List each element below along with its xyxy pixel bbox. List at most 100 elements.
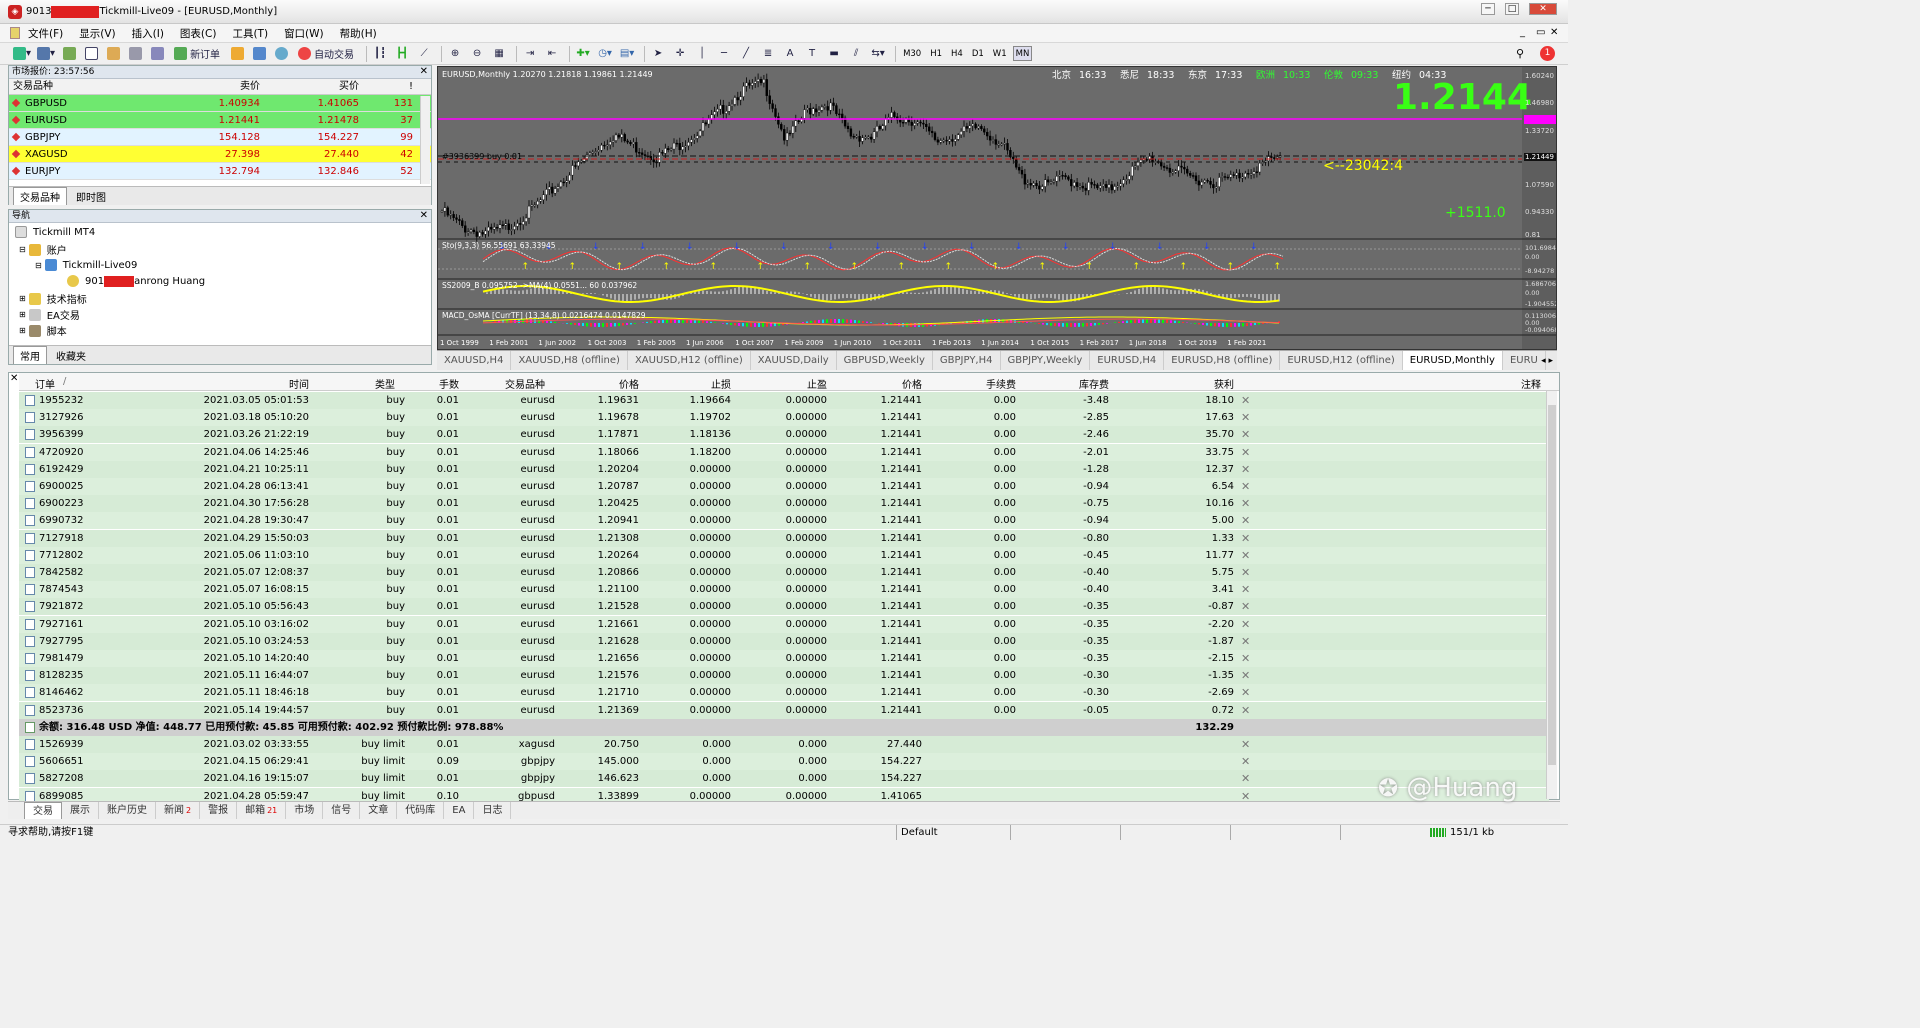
order-row[interactable]: 3127926 2021.03.18 05:10:20 buy 0.01 eurusd 1… — [19, 409, 1549, 427]
col-current-price[interactable]: 价格 — [834, 376, 922, 391]
channel-button[interactable]: ≣ — [759, 45, 777, 63]
col-bid[interactable]: 卖价 — [162, 79, 262, 94]
metaeditor-button[interactable] — [228, 45, 246, 63]
indicators-button[interactable]: ✚▾ — [574, 45, 592, 63]
fibonacci-button[interactable]: ⫽ — [847, 45, 865, 63]
nav-accounts[interactable]: ⊟ 账户 — [19, 242, 67, 257]
col-type[interactable]: 类型 — [319, 376, 395, 391]
nav-indicators[interactable]: ⊞ 技术指标 — [19, 291, 87, 306]
market-watch-row[interactable]: GBPUSD 1.40934 1.41065 131 — [9, 95, 431, 112]
close-order-icon[interactable]: ✕ — [1241, 581, 1250, 598]
chart-window[interactable]: ↓ ↑ ↓ ↑ ↓ ↑ ↓ ↑ ↓ ↑ ↓ ↑ ↓ ↑ ↓ ↑ ↓ ↑ ↓ ↑ ↓ ↑ ↓ ↑ ↓ ↑ ↓ ↑ ↓ ↑ ↓ ↑ ↓ ↑ EURUS… — [437, 66, 1557, 350]
terminal-button[interactable] — [126, 45, 144, 63]
bar-chart-button[interactable]: ┃┇ — [371, 45, 389, 63]
order-row[interactable]: 7981479 2021.05.10 14:20:40 buy 0.01 eurusd 1… — [19, 650, 1549, 667]
close-order-icon[interactable]: ✕ — [1241, 770, 1250, 787]
chart-tab[interactable]: EURU — [1503, 351, 1546, 370]
doc-close-button[interactable]: ✕ — [1550, 27, 1558, 38]
col-comment[interactable]: 注释 — [1459, 376, 1541, 391]
col-sl[interactable]: 止损 — [649, 376, 731, 391]
chart-tab[interactable]: EURUSD,H12 (offline) — [1280, 351, 1403, 370]
market-watch-row[interactable]: GBPJPY 154.128 154.227 99 — [9, 129, 431, 146]
close-order-icon[interactable]: ✕ — [1241, 650, 1250, 667]
terminal-tab[interactable]: 账户历史 — [99, 802, 156, 819]
market-watch-button[interactable] — [60, 45, 78, 63]
chart-tab[interactable]: EURUSD,H4 — [1090, 351, 1165, 370]
menu-insert[interactable]: 插入(I) — [124, 26, 172, 41]
tf-w1-button[interactable]: W1 — [990, 46, 1010, 61]
navigator-close-button[interactable]: ✕ — [420, 210, 428, 221]
auto-trading-button[interactable]: 自动交易 — [294, 45, 358, 63]
community-button[interactable] — [250, 45, 268, 63]
chart-tab[interactable]: GBPUSD,Weekly — [837, 351, 933, 370]
chart-tab[interactable]: XAUUSD,H4 — [437, 351, 512, 370]
profiles-button[interactable]: ▾ — [36, 45, 56, 63]
tf-d1-button[interactable]: D1 — [969, 46, 987, 61]
data-window-button[interactable] — [82, 45, 100, 63]
new-chart-button[interactable]: ▾ — [12, 45, 32, 63]
terminal-tab[interactable]: 信号 — [323, 802, 361, 819]
menu-view[interactable]: 显示(V) — [71, 26, 123, 41]
order-row[interactable]: 6900223 2021.04.30 17:56:28 buy 0.01 eurusd 1… — [19, 495, 1549, 513]
arrows-button[interactable]: ⇆▾ — [869, 45, 887, 63]
autoscroll-button[interactable]: ⇥ — [521, 45, 539, 63]
nav-experts[interactable]: ⊞ EA交易 — [19, 307, 80, 322]
nav-server[interactable]: ⊟ Tickmill-Live09 — [35, 259, 137, 271]
menu-help[interactable]: 帮助(H) — [332, 26, 385, 41]
status-profile[interactable]: Default — [896, 825, 938, 840]
col-order[interactable]: 订单 — [35, 376, 55, 391]
tf-m30-button[interactable]: M30 — [900, 46, 924, 61]
tab-favorites[interactable]: 收藏夹 — [49, 346, 93, 365]
close-order-icon[interactable]: ✕ — [1241, 530, 1250, 547]
col-price[interactable]: 价格 — [559, 376, 639, 391]
close-order-icon[interactable]: ✕ — [1241, 702, 1250, 719]
col-ask[interactable]: 买价 — [262, 79, 361, 94]
nav-broker[interactable]: Tickmill MT4 — [15, 226, 95, 238]
col-symbol[interactable]: 交易品种 — [469, 376, 545, 391]
terminal-tab[interactable]: 市场 — [286, 802, 324, 819]
minimize-button[interactable]: ─ — [1481, 3, 1495, 15]
col-swap[interactable]: 库存费 — [1019, 376, 1109, 391]
chart-tab[interactable]: EURUSD,Monthly — [1402, 351, 1503, 370]
terminal-tab[interactable]: 交易 — [24, 802, 62, 819]
order-row[interactable]: 1526939 2021.03.02 03:33:55 buy limit 0.01 x… — [19, 736, 1549, 753]
close-order-icon[interactable]: ✕ — [1241, 598, 1250, 615]
close-order-icon[interactable]: ✕ — [1241, 478, 1250, 495]
rectangle-button[interactable]: ▬ — [825, 45, 843, 63]
close-order-icon[interactable]: ✕ — [1241, 667, 1250, 684]
close-order-icon[interactable]: ✕ — [1241, 564, 1250, 581]
nav-scripts[interactable]: ⊞ 脚本 — [19, 323, 67, 338]
notification-badge[interactable]: 1 — [1540, 46, 1555, 61]
terminal-scrollbar[interactable] — [1546, 391, 1557, 799]
scrollbar-thumb[interactable] — [1548, 405, 1556, 765]
order-row[interactable]: 5827208 2021.04.16 19:15:07 buy limit 0.01 g… — [19, 770, 1549, 788]
close-order-icon[interactable]: ✕ — [1241, 461, 1250, 478]
new-order-button[interactable]: 新订单 — [170, 45, 224, 63]
signals-button[interactable] — [272, 45, 290, 63]
doc-restore-button[interactable]: ▭ — [1536, 27, 1545, 38]
menu-file[interactable]: 文件(F) — [20, 26, 71, 41]
order-row[interactable]: 6990732 2021.04.28 19:30:47 buy 0.01 eurusd 1… — [19, 512, 1549, 530]
terminal-tab[interactable]: 展示 — [62, 802, 99, 819]
vertical-line-button[interactable]: │ — [693, 45, 711, 63]
market-watch-row[interactable]: EURUSD 1.21441 1.21478 37 — [9, 112, 431, 129]
order-row[interactable]: 6192429 2021.04.21 10:25:11 buy 0.01 eurusd 1… — [19, 460, 1549, 478]
chart-tab[interactable]: EURUSD,H8 (offline) — [1164, 351, 1281, 370]
col-time[interactable]: 时间 — [199, 376, 309, 391]
col-tp[interactable]: 止盈 — [739, 376, 827, 391]
candlestick-button[interactable]: ┣┫ — [393, 45, 411, 63]
tf-mn-button[interactable]: MN — [1012, 46, 1033, 61]
close-order-icon[interactable]: ✕ — [1241, 426, 1250, 443]
market-watch-close-button[interactable]: ✕ — [420, 66, 428, 77]
market-watch-row[interactable]: XAGUSD 27.398 27.440 42 — [9, 146, 431, 163]
trendline-button[interactable]: ╱ — [737, 45, 755, 63]
price-chart[interactable]: ↓↑↓↑↓↑↓↑↓↑↓↑↓↑↓↑↓↑↓↑↓↑↓↑↓↑↓↑↓↑↓↑↓↑ EURUS… — [438, 67, 1556, 349]
order-row[interactable]: 3956399 2021.03.26 21:22:19 buy 0.01 eurusd 1… — [19, 426, 1549, 444]
chart-tab[interactable]: GBPJPY,H4 — [933, 351, 1001, 370]
order-row[interactable]: 5606651 2021.04.15 06:29:41 buy limit 0.09 g… — [19, 753, 1549, 771]
close-order-icon[interactable]: ✕ — [1241, 392, 1250, 409]
search-icon[interactable]: ⚲ — [1516, 47, 1524, 60]
terminal-tab[interactable]: 代码库 — [397, 802, 445, 819]
terminal-tab[interactable]: 邮箱 21 — [237, 802, 287, 819]
navigator-button[interactable] — [104, 45, 122, 63]
